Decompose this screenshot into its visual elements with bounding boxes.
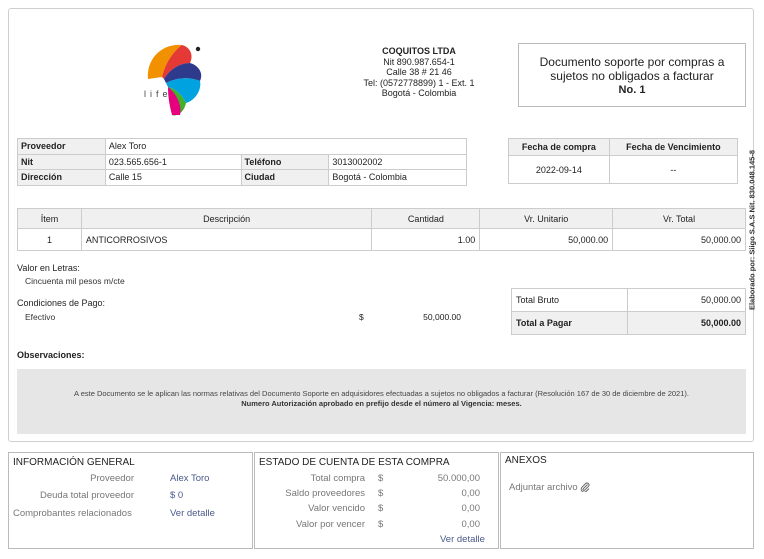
general-info-title: INFORMACIÓN GENERAL (13, 457, 135, 468)
provider-name-label: Proveedor (17, 138, 106, 155)
totals-table: Total Bruto 50,000.00 Total a Pagar 50,0… (511, 288, 746, 335)
items-header-unit: Vr. Unitario (479, 208, 614, 229)
due-date: -- (608, 155, 739, 184)
general-related-label: Comprobantes relacionados (13, 508, 132, 519)
company-nit: Nit 890.987.654-1 (383, 56, 455, 67)
company-phone: Tel: (0572778899) 1 - Ext. 1 (363, 77, 475, 88)
gross-total: 50,000.00 (627, 288, 746, 312)
vertical-credit: Elaborado por: Siigo S.A.S Nit. 830.048.… (747, 149, 757, 311)
items-header-total: Vr. Total (612, 208, 746, 229)
provider-phone-label: Teléfono (240, 153, 330, 170)
document-title: Documento soporte por compras a sujetos … (539, 55, 725, 83)
status-upcoming-label: Valor por vencer (296, 519, 365, 530)
status-balance-label: Saldo proveedores (285, 488, 365, 499)
purchase-date-header: Fecha de compra (508, 138, 610, 156)
general-info-panel: INFORMACIÓN GENERAL Proveedor Alex Toro … (8, 452, 253, 549)
logo-text: life (144, 89, 172, 99)
provider-name: Alex Toro (104, 138, 468, 155)
annexes-panel: ANEXOS Adjuntar archivo (500, 452, 754, 549)
item-quantity: 1.00 (371, 228, 481, 251)
status-total-value: 50.000,00 (437, 473, 480, 484)
pay-total-label: Total a Pagar (511, 311, 628, 335)
status-total-currency: $ (378, 473, 384, 484)
general-debt: $ 0 (170, 490, 184, 501)
status-total-label: Total compra (310, 473, 365, 484)
provider-address-label: Dirección (17, 169, 106, 186)
words-label: Valor en Letras: (17, 263, 80, 273)
provider-nit: 023.565.656-1 (104, 153, 242, 170)
document-number: No. 1 (618, 84, 646, 96)
provider-phone: 3013002002 (328, 153, 467, 170)
item-total: 50,000.00 (612, 228, 746, 251)
status-balance-currency: $ (378, 488, 384, 499)
provider-city: Bogotá - Colombia (328, 169, 467, 186)
payment-currency: $ (359, 312, 364, 322)
annexes-title: ANEXOS (505, 455, 547, 466)
general-provider: Alex Toro (170, 473, 210, 484)
account-status-title: ESTADO DE CUENTA DE ESTA COMPRA (259, 457, 450, 468)
gross-total-label: Total Bruto (511, 288, 628, 312)
status-upcoming-currency: $ (378, 519, 384, 530)
status-overdue-currency: $ (378, 503, 384, 514)
purchase-date: 2022-09-14 (508, 155, 610, 184)
provider-address: Calle 15 (104, 169, 242, 186)
provider-nit-label: Nit (17, 153, 106, 170)
general-debt-label: Deuda total proveedor (39, 490, 134, 501)
account-status-panel: ESTADO DE CUENTA DE ESTA COMPRA Total co… (254, 452, 499, 549)
payment-amount: 50,000.00 (423, 312, 461, 322)
words-value: Cincuenta mil pesos m/cte (25, 276, 125, 286)
company-city: Bogotá - Colombia (381, 88, 457, 98)
item-unit-price: 50,000.00 (479, 228, 614, 251)
items-header-description: Descripción (80, 208, 373, 229)
provider-city-label: Ciudad (240, 169, 330, 186)
status-balance-value: 0,00 (461, 488, 481, 499)
attach-file-button[interactable]: Adjuntar archivo (509, 482, 590, 494)
items-header-item: Ítem (17, 208, 82, 229)
legal-notice: A este Documento se le aplican las norma… (17, 369, 746, 434)
legal-line-1: A este Documento se le aplican las norma… (74, 389, 689, 398)
status-overdue-label: Valor vencido (308, 503, 365, 514)
items-header-quantity: Cantidad (371, 208, 481, 229)
provider-table: Proveedor Alex Toro Nit 023.565.656-1 Te… (17, 138, 468, 186)
document-title-box: Documento soporte por compras a sujetos … (518, 43, 746, 107)
company-address: Calle 38 # 21 46 (386, 67, 452, 77)
dates-table: Fecha de compra Fecha de Vencimiento 202… (508, 138, 739, 184)
payment-label: Condiciones de Pago: (17, 298, 106, 308)
item-number: 1 (17, 228, 82, 251)
paperclip-icon (581, 483, 590, 494)
items-table: Ítem Descripción Cantidad Vr. Unitario V… (17, 208, 746, 251)
attach-file-label: Adjuntar archivo (509, 482, 578, 493)
document-sheet: life COQUITOS LTDA Nit 890.987.654-1 Cal… (8, 8, 754, 442)
due-date-header: Fecha de Vencimiento (608, 138, 739, 156)
payment-method: Efectivo (25, 312, 56, 322)
status-overdue-value: 0,00 (461, 503, 481, 514)
observations-label: Observaciones: (17, 350, 85, 360)
company-logo: life (144, 44, 202, 116)
status-detail-link[interactable]: Ver detalle (440, 534, 485, 545)
general-related-link[interactable]: Ver detalle (170, 508, 215, 519)
pay-total: 50,000.00 (627, 311, 746, 335)
item-description: ANTICORROSIVOS (80, 228, 373, 251)
company-info: COQUITOS LTDA Nit 890.987.654-1 Calle 38… (339, 46, 499, 99)
status-upcoming-value: 0,00 (461, 519, 481, 530)
legal-line-2: Numero Autorización aprobado en prefijo … (241, 398, 522, 408)
table-row: 1 ANTICORROSIVOS 1.00 50,000.00 50,000.0… (17, 228, 746, 251)
general-provider-label: Proveedor (90, 473, 134, 484)
company-name: COQUITOS LTDA (382, 46, 456, 56)
